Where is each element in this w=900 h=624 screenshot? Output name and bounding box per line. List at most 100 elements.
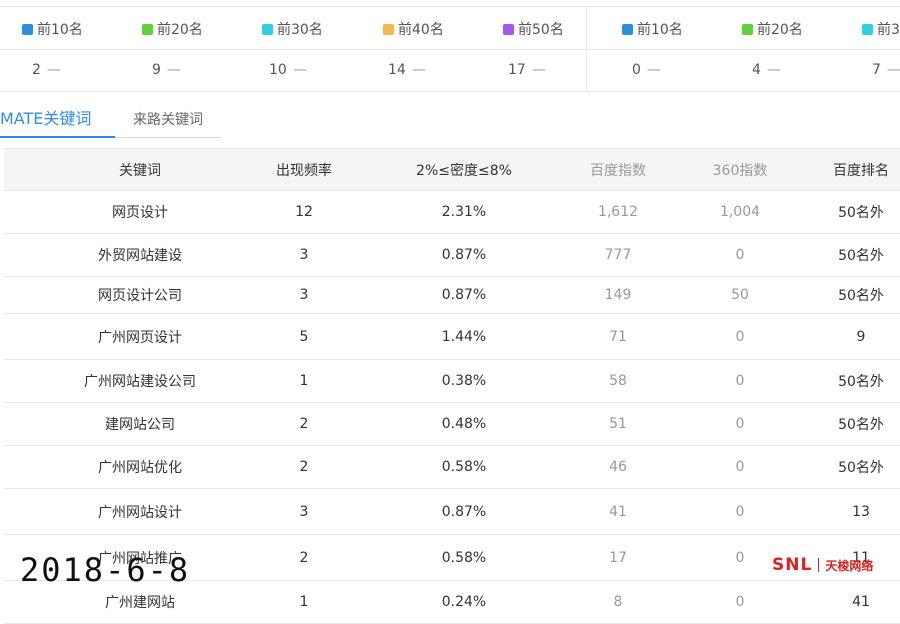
360-index-cell: 0 [735, 247, 745, 263]
trend-dash-icon: — [886, 62, 900, 78]
header-baidu-index[interactable]: 百度指数 [548, 149, 688, 190]
panel-divider [586, 6, 587, 92]
frequency-cell: 12 [295, 204, 313, 220]
tab-divider [115, 137, 221, 138]
baidu-index-cell: 17 [609, 549, 627, 566]
trend-dash-icon: — [411, 62, 426, 78]
rank-count: 9— [152, 62, 181, 78]
table-row[interactable]: 广州网站建设公司 1 0.38% 58 0 50名外 [4, 360, 900, 403]
logo-text-en: SNL [772, 555, 813, 575]
legend-swatch [862, 23, 873, 35]
baidu-index-cell: 51 [609, 416, 627, 432]
density-cell: 0.38% [441, 373, 487, 389]
rank-distribution-panel: 前10名 前20名 前30名 前40名 前50名 前10名 前20名 前3 2—9—10—14… [0, 0, 900, 92]
baidu-rank-cell: 9 [856, 328, 866, 345]
rank-legend-item[interactable]: 前10名 [22, 19, 83, 39]
baidu-index-cell: 1,612 [597, 204, 639, 220]
legend-swatch [742, 23, 753, 35]
active-tab-indicator [0, 136, 115, 138]
baidu-rank-cell: 50名外 [838, 205, 884, 221]
rank-count: 0— [632, 62, 661, 78]
density-cell: 2.31% [441, 204, 487, 220]
legend-swatch [383, 23, 394, 35]
360-index-cell: 0 [735, 594, 745, 610]
baidu-rank-cell: 13 [852, 503, 870, 520]
rank-count: 14 — [388, 62, 426, 78]
baidu-index-cell: 149 [604, 287, 632, 303]
baidu-index-cell: 8 [613, 594, 623, 610]
baidu-index-cell: 58 [609, 373, 627, 389]
table-header: 关键词 出现频率 2%≤密度≤8% 百度指数 360指数 百度排名 [4, 148, 900, 191]
rank-count-value: 10 [269, 62, 287, 78]
header-baidu-rank[interactable]: 百度排名 [791, 149, 900, 190]
baidu-index-cell: 777 [604, 247, 632, 263]
density-cell: 0.87% [441, 287, 487, 303]
rank-legend-item[interactable]: 前3 [862, 19, 900, 39]
baidu-rank-cell: 50名外 [838, 417, 884, 433]
baidu-rank-cell: 41 [852, 594, 870, 610]
density-cell: 0.87% [441, 503, 487, 520]
baidu-index-cell: 41 [609, 503, 627, 520]
table-row[interactable]: 广州网站优化 2 0.58% 46 0 50名外 [4, 446, 900, 489]
table-row[interactable]: 网页设计公司 3 0.87% 149 50 50名外 [4, 277, 900, 314]
trend-dash-icon: — [166, 62, 181, 78]
rank-count-value: 14 [388, 62, 406, 78]
frequency-cell: 1 [299, 594, 309, 610]
density-cell: 0.48% [441, 416, 487, 432]
rank-legend-row: 前10名 前20名 前30名 前40名 前50名 前10名 前20名 前3 [0, 6, 900, 50]
baidu-rank-cell: 50名外 [838, 374, 884, 390]
tab-source-keywords[interactable]: 来路关键词 [133, 109, 203, 129]
frequency-cell: 2 [299, 549, 309, 566]
legend-swatch [262, 23, 273, 35]
rank-legend-item[interactable]: 前20名 [142, 19, 203, 39]
density-cell: 0.87% [441, 247, 487, 263]
rank-legend-item[interactable]: 前20名 [742, 19, 803, 39]
logo-text-cn: 天梭网络 [825, 558, 874, 573]
header-frequency[interactable]: 出现频率 [234, 149, 374, 190]
density-cell: 1.44% [441, 328, 487, 345]
frequency-cell: 3 [299, 247, 309, 263]
density-cell: 0.58% [441, 549, 487, 566]
table-row[interactable]: 外贸网站建设 3 0.87% 777 0 50名外 [4, 234, 900, 277]
baidu-rank-cell: 50名外 [838, 460, 884, 476]
legend-label: 前10名 [37, 22, 83, 38]
trend-dash-icon: — [646, 62, 661, 78]
logo-divider [818, 558, 820, 572]
table-row[interactable]: 建网站公司 2 0.48% 51 0 50名外 [4, 403, 900, 446]
frequency-cell: 3 [299, 503, 309, 520]
360-index-cell: 50 [731, 287, 749, 303]
trend-dash-icon: — [766, 62, 781, 78]
rank-legend-item[interactable]: 前30名 [262, 19, 323, 39]
legend-label: 前40名 [398, 22, 444, 38]
density-cell: 0.24% [441, 594, 487, 610]
frequency-cell: 2 [299, 459, 309, 475]
header-density[interactable]: 2%≤密度≤8% [394, 149, 534, 190]
rank-count-value: 7 [872, 62, 881, 78]
frequency-cell: 1 [299, 373, 309, 389]
baidu-rank-cell: 50名外 [838, 248, 884, 264]
rank-count: 2— [32, 62, 61, 78]
header-360-index[interactable]: 360指数 [670, 149, 810, 190]
rank-legend-item[interactable]: 前40名 [383, 19, 444, 39]
rank-count: 4— [752, 62, 781, 78]
legend-swatch [503, 23, 514, 35]
baidu-index-cell: 71 [609, 328, 627, 345]
table-row[interactable]: 广州网页设计 5 1.44% 71 0 9 [4, 314, 900, 360]
rank-count: 10 — [269, 62, 307, 78]
rank-legend-item[interactable]: 前50名 [503, 19, 564, 39]
rank-legend-item[interactable]: 前10名 [622, 19, 683, 39]
table-row[interactable]: 广州网站设计 3 0.87% 41 0 13 [4, 489, 900, 535]
keyword-tabs: MATE关键词 来路关键词 [0, 92, 900, 148]
legend-label: 前10名 [637, 22, 683, 38]
baidu-rank-cell: 50名外 [838, 288, 884, 304]
tab-mate-keywords[interactable]: MATE关键词 [0, 105, 91, 129]
rank-count-value: 0 [632, 62, 641, 78]
legend-label: 前30名 [277, 22, 323, 38]
360-index-cell: 0 [735, 416, 745, 432]
360-index-cell: 1,004 [719, 204, 761, 220]
rank-count-value: 17 [508, 62, 526, 78]
rank-values-row: 2—9—10—14—17—0—4—7— [0, 49, 900, 92]
table-row[interactable]: 网页设计 12 2.31% 1,612 1,004 50名外 [4, 191, 900, 234]
rank-count: 17 — [508, 62, 546, 78]
frequency-cell: 5 [299, 328, 309, 345]
